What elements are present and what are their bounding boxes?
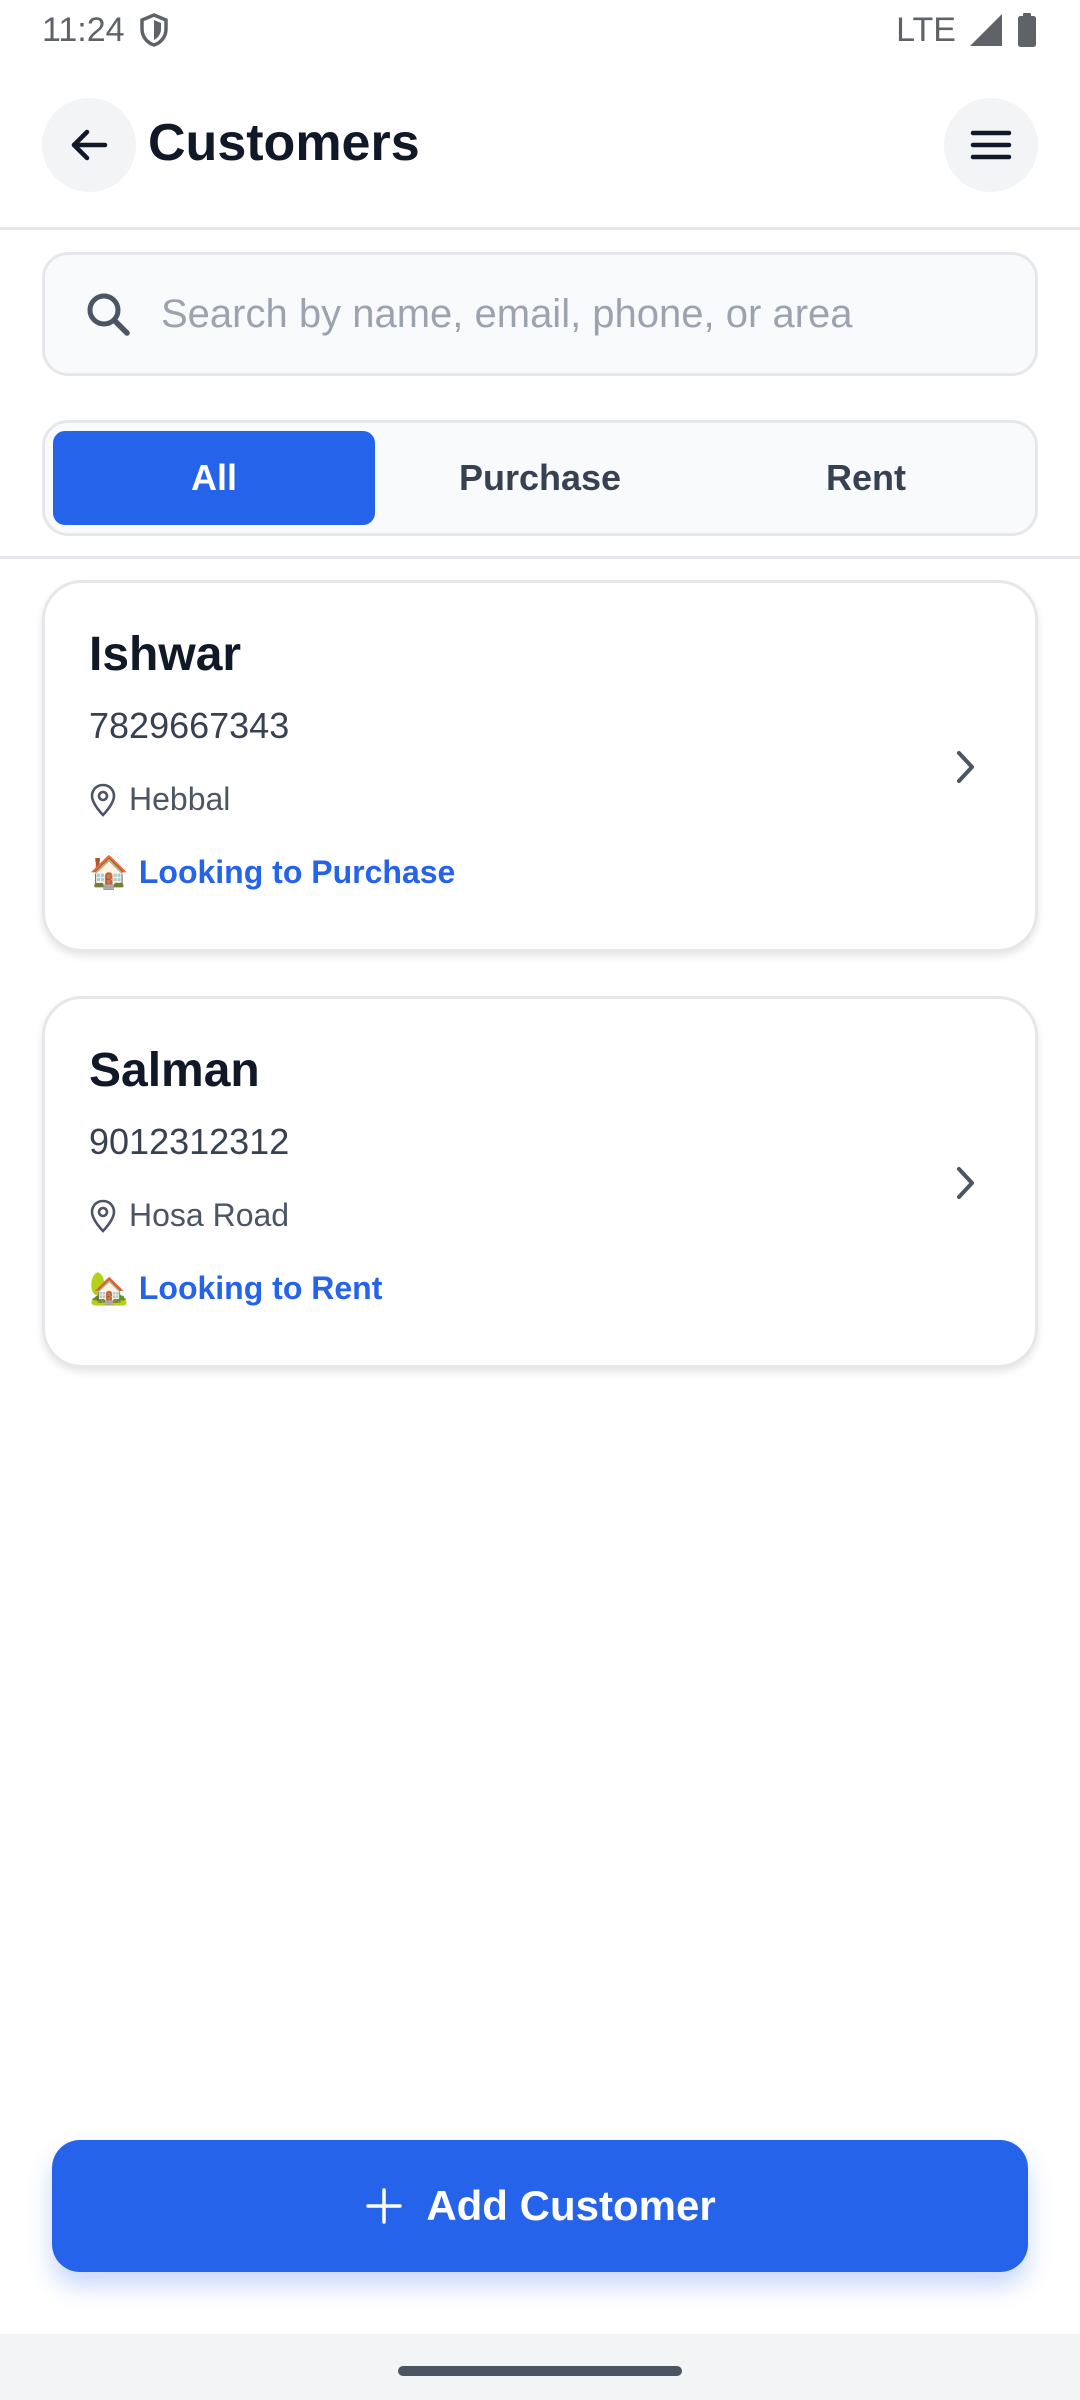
customer-card[interactable]: Ishwar 7829667343 Hebbal 🏠 Looking to Pu… [42, 580, 1038, 952]
divider [0, 556, 1080, 559]
customer-area: Hosa Road [89, 1197, 289, 1234]
house-icon: 🏠 [89, 854, 129, 890]
shield-icon [139, 13, 169, 47]
customer-interest: 🏠 Looking to Purchase [89, 853, 455, 891]
customer-phone: 9012312312 [89, 1121, 290, 1162]
menu-button[interactable] [944, 98, 1038, 192]
arrow-left-icon [67, 123, 111, 167]
plus-icon [364, 2186, 404, 2226]
house-garden-icon: 🏡 [89, 1270, 129, 1306]
page-title: Customers [148, 114, 420, 172]
interest-label: Looking to Rent [138, 1269, 383, 1306]
tab-all[interactable]: All [53, 431, 375, 525]
hamburger-menu-icon [970, 128, 1012, 162]
add-customer-label: Add Customer [426, 2182, 716, 2229]
gesture-nav-bar [0, 2334, 1080, 2400]
customer-name: Ishwar [89, 628, 242, 681]
add-customer-button[interactable]: Add Customer [52, 2140, 1028, 2272]
map-pin-icon [89, 783, 117, 817]
back-button[interactable] [42, 98, 136, 192]
customer-name: Salman [89, 1044, 260, 1097]
customer-area: Hebbal [89, 781, 230, 818]
status-bar: 11:24 LTE [0, 0, 1080, 60]
customer-interest: 🏡 Looking to Rent [89, 1269, 382, 1307]
area-label: Hosa Road [129, 1197, 290, 1233]
area-label: Hebbal [129, 781, 231, 817]
signal-icon [968, 12, 1004, 48]
battery-icon [1016, 12, 1038, 48]
tab-rent[interactable]: Rent [705, 431, 1027, 525]
network-label: LTE [896, 10, 956, 49]
tab-purchase[interactable]: Purchase [379, 431, 701, 525]
chevron-right-icon [941, 1159, 989, 1207]
status-right: LTE [896, 11, 1038, 50]
customer-phone: 7829667343 [89, 705, 290, 746]
customer-card[interactable]: Salman 9012312312 Hosa Road 🏡 Looking to… [42, 996, 1038, 1368]
status-left: 11:24 [42, 11, 169, 50]
app-header: Customers [0, 60, 1080, 230]
search-icon [83, 289, 133, 339]
interest-label: Looking to Purchase [138, 853, 456, 890]
home-gesture-handle[interactable] [398, 2366, 682, 2376]
map-pin-icon [89, 1199, 117, 1233]
chevron-right-icon [941, 743, 989, 791]
search-box[interactable] [42, 252, 1038, 376]
search-input[interactable] [161, 291, 1035, 337]
status-time: 11:24 [42, 10, 125, 49]
filter-tabs: All Purchase Rent [42, 420, 1038, 536]
